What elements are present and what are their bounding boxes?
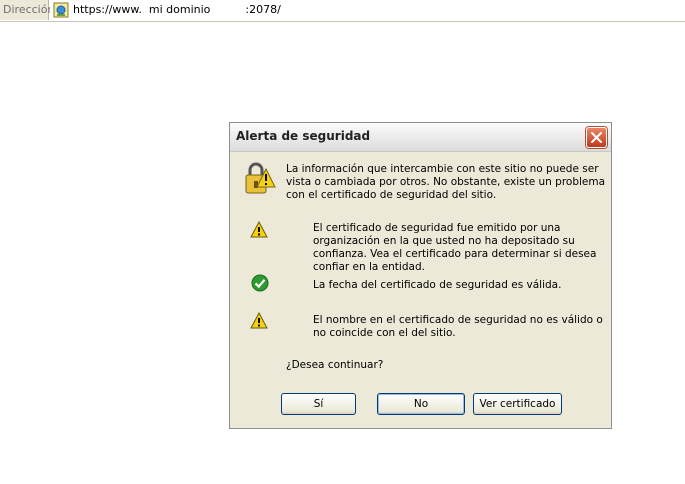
lock-warning-icon (244, 161, 276, 197)
page-icon (53, 2, 69, 18)
address-label: Dirección (0, 0, 54, 20)
yes-button[interactable]: Sí (281, 393, 356, 415)
check-icon (251, 274, 269, 292)
close-button[interactable] (586, 127, 607, 148)
main-message: La información que intercambie con este … (286, 163, 606, 201)
no-button[interactable]: No (377, 393, 465, 415)
item-name-mismatch: El nombre en el certificado de seguridad… (313, 314, 603, 339)
view-certificate-button[interactable]: Ver certificado (473, 393, 562, 415)
continue-question: ¿Desea continuar? (286, 359, 384, 371)
address-url: https://www. mi dominio :2078/ (73, 3, 281, 16)
warning-icon (250, 220, 268, 239)
dialog-titlebar[interactable]: Alerta de seguridad (230, 123, 611, 152)
item-date-valid: La fecha del certificado de seguridad es… (313, 279, 562, 291)
address-bar: Dirección https://www. mi dominio :2078/ (0, 0, 685, 22)
warning-icon (250, 311, 268, 330)
dialog-title: Alerta de seguridad (236, 129, 371, 143)
security-alert-dialog: Alerta de seguridad La información que i… (229, 122, 612, 429)
address-input[interactable]: https://www. mi dominio :2078/ (50, 0, 685, 20)
item-untrusted-issuer: El certificado de seguridad fue emitido … (313, 222, 597, 273)
